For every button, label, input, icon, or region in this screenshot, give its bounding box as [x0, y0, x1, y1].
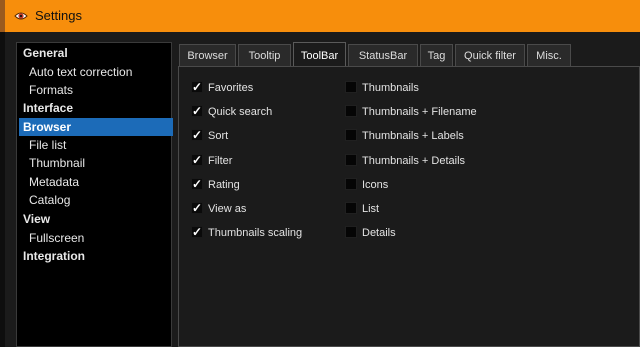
sidebar-item-general[interactable]: General	[19, 44, 173, 62]
sidebar-item-fullscreen[interactable]: Fullscreen	[19, 229, 179, 247]
checkbox-sort[interactable]: ✓	[191, 129, 203, 141]
option-label: Thumbnails + Details	[362, 155, 466, 167]
checkbox-rating[interactable]: ✓	[191, 178, 203, 190]
option-label: Details	[362, 227, 396, 239]
sidebar-item-browser[interactable]: Browser	[19, 118, 173, 136]
tab-tooltip[interactable]: Tooltip	[238, 44, 291, 66]
checkbox-icons[interactable]	[345, 178, 357, 190]
checkbox-favorites[interactable]: ✓	[191, 81, 203, 93]
checkbox-thumbnails-labels[interactable]	[345, 129, 357, 141]
toolbar-settings-panel: ✓ Favorites ✓ Quick search ✓ Sort ✓ Filt…	[178, 66, 640, 347]
sidebar-item-auto-text-correction[interactable]: Auto text correction	[19, 63, 179, 81]
option-label: List	[362, 203, 380, 215]
checkbox-quick-search[interactable]: ✓	[191, 105, 203, 117]
sidebar-item-formats[interactable]: Formats	[19, 81, 179, 99]
option-label: Thumbnails scaling	[208, 227, 303, 239]
option-label: Thumbnails + Filename	[362, 106, 477, 118]
tab-misc[interactable]: Misc.	[527, 44, 571, 66]
title-bar: Settings	[0, 0, 640, 32]
checkbox-list[interactable]	[345, 202, 357, 214]
tab-statusbar[interactable]: StatusBar	[348, 44, 418, 66]
option-label: Icons	[362, 179, 389, 191]
option-label: Thumbnails	[362, 82, 419, 94]
sidebar-item-integration[interactable]: Integration	[19, 247, 173, 265]
sidebar-item-metadata[interactable]: Metadata	[19, 173, 179, 191]
eye-logo-icon	[14, 12, 28, 20]
checkbox-filter[interactable]: ✓	[191, 154, 203, 166]
checkbox-thumbnails-scaling[interactable]: ✓	[191, 226, 203, 238]
checkbox-view-as[interactable]: ✓	[191, 202, 203, 214]
checkbox-thumbnails-details[interactable]	[345, 154, 357, 166]
settings-sidebar: General Auto text correction Formats Int…	[16, 42, 173, 347]
option-label: Favorites	[208, 82, 254, 94]
option-label: Filter	[208, 155, 233, 167]
sidebar-item-file-list[interactable]: File list	[19, 136, 179, 154]
option-label: Sort	[208, 130, 229, 142]
title-left-edge	[0, 0, 5, 32]
tab-quick-filter[interactable]: Quick filter	[455, 44, 525, 66]
checkbox-details[interactable]	[345, 226, 357, 238]
option-label: Thumbnails + Labels	[362, 130, 464, 142]
option-label: View as	[208, 203, 247, 215]
tab-tag[interactable]: Tag	[420, 44, 453, 66]
checkbox-thumbnails-filename[interactable]	[345, 105, 357, 117]
sidebar-item-interface[interactable]: Interface	[19, 99, 173, 117]
checkbox-thumbnails[interactable]	[345, 81, 357, 93]
tab-toolbar[interactable]: ToolBar	[293, 42, 346, 67]
sidebar-item-catalog[interactable]: Catalog	[19, 191, 179, 209]
window-left-edge	[0, 32, 5, 347]
window-title: Settings	[35, 8, 82, 23]
sidebar-item-thumbnail[interactable]: Thumbnail	[19, 154, 179, 172]
sidebar-item-view[interactable]: View	[19, 210, 173, 228]
option-label: Quick search	[208, 106, 273, 118]
option-label: Rating	[208, 179, 240, 191]
tab-browser[interactable]: Browser	[179, 44, 236, 66]
